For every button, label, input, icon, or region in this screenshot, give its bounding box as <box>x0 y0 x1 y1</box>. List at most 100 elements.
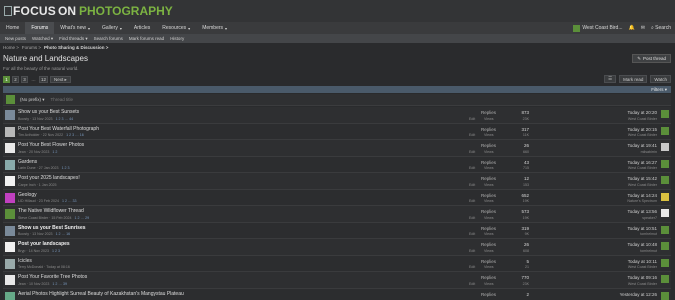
watch-button[interactable]: Watch <box>650 75 671 83</box>
breadcrumb-photo-sharing[interactable]: Photo Sharing & Discussion > <box>44 45 108 50</box>
last-poster-avatar[interactable] <box>661 176 669 184</box>
thread-title[interactable]: Gardens <box>18 159 37 165</box>
last-post-user[interactable]: milsabirrin <box>641 150 657 154</box>
page-link[interactable]: 3 <box>21 76 28 83</box>
edit-link[interactable]: Edit <box>469 166 475 170</box>
thread-row[interactable]: Post your landscapes Bryp · 14 Nov 2023 1 … <box>3 239 671 256</box>
last-post-user[interactable]: West Coast Birder <box>628 265 657 269</box>
page-link[interactable]: 1 <box>3 76 10 83</box>
filters-dropdown[interactable]: Filters ▾ <box>651 86 667 93</box>
next-page-button[interactable]: Next ▸ <box>50 76 71 83</box>
thread-author-avatar[interactable] <box>5 176 15 186</box>
edit-link[interactable]: Edit <box>469 133 475 137</box>
last-post-time[interactable]: Today at 16:27 <box>627 160 657 165</box>
last-post-user[interactable]: tomhelmut <box>640 232 657 236</box>
nav-tab-forums[interactable]: Forums <box>25 22 55 34</box>
thread-title[interactable]: Post Your Best Waterfall Photograph <box>18 126 99 132</box>
thread-author-date[interactable]: Tim Aviholder · 22 Nov 2022 <box>18 133 63 137</box>
last-post-time[interactable]: Today at 13:56 <box>627 209 657 214</box>
page-link[interactable]: 2 <box>12 76 19 83</box>
thread-author-date[interactable]: LID Hillaud · 23 Feb 2024 <box>18 199 59 203</box>
thread-row[interactable]: Show us your Best Sunrises Boosty · 13 No… <box>3 222 671 239</box>
edit-link[interactable]: Edit <box>469 216 475 220</box>
last-post-time[interactable]: Today at 10:51 <box>627 226 657 231</box>
thread-title[interactable]: Icicles <box>18 258 32 264</box>
thread-row[interactable]: Geology LID Hillaud · 23 Feb 2024 1 2 … 33… <box>3 189 671 206</box>
last-post-time[interactable]: Today at 20:15 <box>627 127 657 132</box>
thread-title[interactable]: Post your landscapes <box>18 241 70 247</box>
thread-title[interactable]: Geology <box>18 192 37 198</box>
last-post-user[interactable]: speaker7 <box>642 216 657 220</box>
thread-author-date[interactable]: Boosty · 13 Nov 2023 <box>18 232 53 236</box>
thread-page-links[interactable]: 1 2 <box>52 150 57 154</box>
thread-title[interactable]: The Native Wildflower Thread <box>18 208 84 214</box>
last-poster-avatar[interactable] <box>661 192 669 201</box>
thread-author-date[interactable]: Boosty · 13 Nov 2023 <box>18 117 53 121</box>
nav-tab-resources[interactable]: Resources ▾ <box>156 22 196 34</box>
thread-page-links[interactable]: 1 2 3 … 16 <box>66 133 84 137</box>
thread-author-avatar[interactable] <box>5 209 15 219</box>
thread-row[interactable]: Icicles Terry McDonald · Today at 08:16 Ed… <box>3 255 671 272</box>
last-poster-avatar[interactable] <box>661 110 669 118</box>
thread-row[interactable]: Aerial Photos Highlight Surreal Beauty o… <box>3 288 671 300</box>
thread-author-avatar[interactable] <box>5 242 15 252</box>
edit-link[interactable]: Edit <box>469 183 475 187</box>
breadcrumb-home[interactable]: Home > <box>3 45 19 50</box>
last-post-user[interactable]: tomhelmut <box>640 249 657 253</box>
edit-link[interactable]: Edit <box>469 150 475 154</box>
last-post-time[interactable]: Today at 15:42 <box>627 176 657 181</box>
thread-page-links[interactable]: 1 2 … 33 <box>62 199 77 203</box>
edit-link[interactable]: Edit <box>469 265 475 269</box>
thread-page-links[interactable]: 1 2 3 <box>52 249 60 253</box>
last-post-time[interactable]: Yesterday at 12:26 <box>620 292 657 297</box>
last-post-time[interactable]: Today at 14:24 <box>627 193 657 198</box>
thread-page-links[interactable]: 1 2 … 39 <box>52 282 67 286</box>
last-poster-avatar[interactable] <box>661 225 669 234</box>
thread-page-links[interactable]: 1 2 3 <box>62 166 70 170</box>
user-menu[interactable]: West Coast Bird... <box>573 24 623 32</box>
last-post-user[interactable]: Nature's Spectrum <box>627 199 657 203</box>
thread-author-avatar[interactable] <box>5 225 15 236</box>
last-poster-avatar[interactable] <box>661 209 669 217</box>
thread-row[interactable]: Post your 2025 landscapes! Carpe Inch · 1… <box>3 173 671 190</box>
search-button[interactable]: ⌕ Search <box>651 25 671 31</box>
edit-link[interactable]: Edit <box>469 117 475 121</box>
nav-tab-what-s-new[interactable]: What's new ▾ <box>54 22 96 34</box>
nav-tab-home[interactable]: Home <box>0 22 25 34</box>
last-poster-avatar[interactable] <box>661 159 669 168</box>
thread-author-date[interactable]: Terry McDonald · Today at 08:16 <box>18 265 70 269</box>
thread-author-avatar[interactable] <box>5 291 15 300</box>
last-poster-avatar[interactable] <box>661 291 669 300</box>
edit-link[interactable]: Edit <box>469 232 475 236</box>
bell-icon[interactable]: 🔔 <box>629 25 635 31</box>
last-post-time[interactable]: Today at 10:11 <box>628 259 657 264</box>
last-post-user[interactable]: West Coast Birder <box>628 133 657 137</box>
thread-author-avatar[interactable] <box>5 110 15 120</box>
thread-page-links[interactable]: 1 2 3 … 44 <box>56 117 74 121</box>
thread-author-date[interactable]: Jean · 20 Nov 2023 <box>18 150 49 154</box>
subnav-link[interactable]: Watched ▾ <box>29 36 56 42</box>
thread-title[interactable]: Aerial Photos Highlight Surreal Beauty o… <box>18 291 184 297</box>
thread-row[interactable]: Gardens Larin Dune · 27 Jan 2023 1 2 3 Edit… <box>3 156 671 173</box>
subnav-link[interactable]: History <box>167 36 187 41</box>
thread-title-input[interactable]: Thread title <box>51 97 74 102</box>
thread-author-avatar[interactable] <box>5 126 15 137</box>
edit-link[interactable]: Edit <box>469 249 475 253</box>
inbox-icon[interactable]: ✉ <box>641 25 645 31</box>
edit-link[interactable]: Edit <box>469 199 475 203</box>
subnav-link[interactable]: Mark forums read <box>126 36 167 41</box>
prefix-select[interactable]: (No prefix) ▾ <box>20 97 45 103</box>
subnav-link[interactable]: Search forums <box>91 36 126 41</box>
mark-read-button[interactable]: Mark read <box>619 75 648 83</box>
nav-tab-articles[interactable]: Articles <box>128 22 156 34</box>
thread-row[interactable]: The Native Wildflower Thread Steve Coast … <box>3 206 671 223</box>
thread-title[interactable]: Show us your Best Sunsets <box>18 109 79 115</box>
thread-author-avatar[interactable] <box>5 275 15 285</box>
subnav-link[interactable]: Find threads ▾ <box>56 36 91 42</box>
thread-row[interactable]: Post Your Best Flower Photos Jean · 20 No… <box>3 140 671 157</box>
thread-row[interactable]: Show us your Best Sunsets Boosty · 13 Nov… <box>3 107 671 124</box>
thread-title[interactable]: Post your 2025 landscapes! <box>18 175 80 181</box>
subnav-link[interactable]: New posts <box>2 36 29 41</box>
filter-toggle-icon[interactable]: ☰ <box>604 75 617 83</box>
thread-author-avatar[interactable] <box>5 143 15 153</box>
